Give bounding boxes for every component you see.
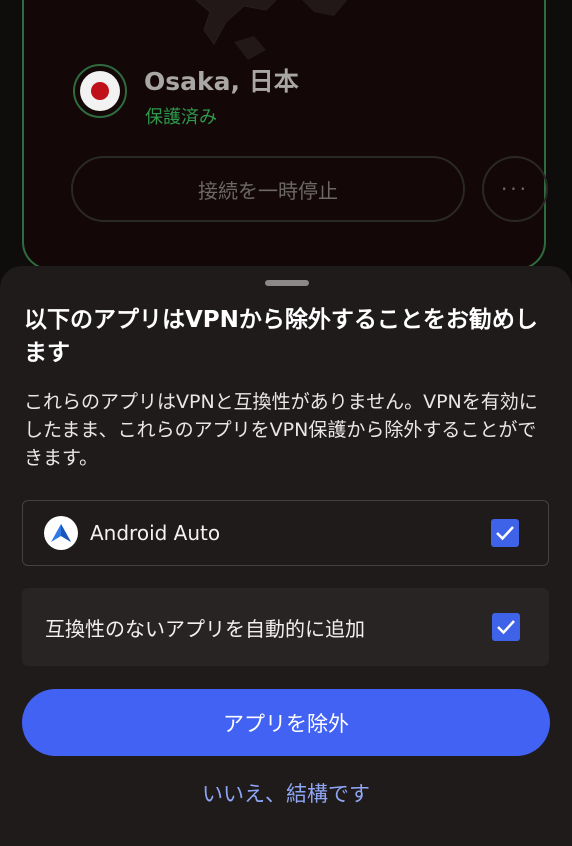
exclude-apps-button[interactable]: アプリを除外 [22,689,550,756]
japan-flag-icon [80,71,120,111]
sheet-title: 以下のアプリはVPNから除外することをお勧めします [24,307,538,366]
checkmark-icon [497,620,515,635]
location-name: Osaka, 日本 [144,67,299,96]
checkmark-icon [496,526,514,541]
app-checkbox[interactable] [491,519,519,547]
map-icon [195,0,348,60]
auto-add-checkbox[interactable] [492,613,520,641]
app-name: Android Auto [90,521,221,545]
app-row-android-auto[interactable]: Android Auto [22,500,549,566]
pause-connection-button[interactable]: 接続を一時停止 [71,156,465,222]
decline-button[interactable]: いいえ、結構です [0,778,572,808]
sheet-description: これらのアプリはVPNと互換性がありません。VPNを有効にしたまま、これらのアプ… [24,391,538,469]
more-options-button[interactable]: ··· [482,156,548,222]
android-auto-icon [44,516,78,550]
exclude-apps-sheet: 以下のアプリはVPNから除外することをお勧めします これらのアプリはVPNと互換… [0,266,572,846]
auto-add-label: 互換性のないアプリを自動的に追加 [45,616,365,641]
auto-add-row[interactable]: 互換性のないアプリを自動的に追加 [22,588,549,666]
connection-status: 保護済み [145,107,217,128]
drag-handle[interactable] [265,280,309,286]
connection-card: Osaka, 日本 保護済み 接続を一時停止 ··· [22,0,548,270]
country-flag [73,64,127,118]
